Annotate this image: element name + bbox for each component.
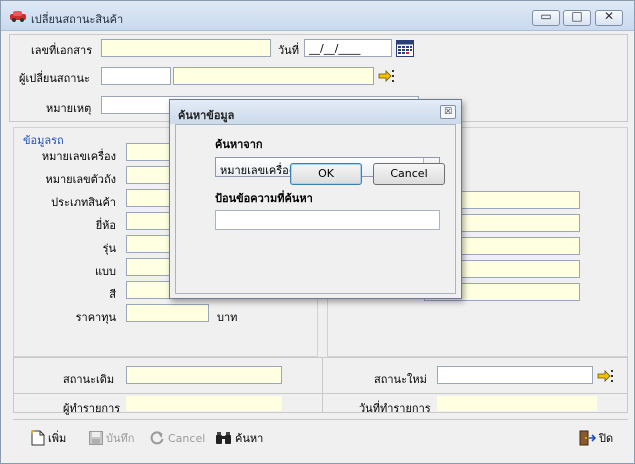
maker-label: ผู้ทำรายการ <box>63 402 121 415</box>
title-bar[interactable]: เปลี่ยนสถานะสินค้า ▭ □ ✕ <box>1 1 634 31</box>
product-type-label: ประเภทสินค้า <box>51 196 116 209</box>
search-dialog-title: ค้นหาข้อมูล <box>178 109 235 122</box>
model-field[interactable] <box>126 235 171 253</box>
maximize-button[interactable]: □ <box>563 9 591 26</box>
undo-icon <box>150 431 164 445</box>
changer-code-field[interactable] <box>101 67 171 85</box>
search-from-label: ค้นหาจาก <box>215 138 263 151</box>
status-row-divider <box>13 393 628 394</box>
close-toolbar-button[interactable]: ปิด <box>579 429 613 447</box>
lookup-icon[interactable] <box>378 69 396 84</box>
close-toolbar-label: ปิด <box>599 432 614 445</box>
add-label: เพิ่ม <box>48 432 67 445</box>
engine-no-label: หมายเลขเครื่อง <box>41 150 116 163</box>
cost-label: ราคาทุน <box>75 311 116 324</box>
product-type-field[interactable] <box>126 189 171 207</box>
close-button[interactable]: ✕ <box>595 9 623 26</box>
window-title: เปลี่ยนสถานะสินค้า <box>31 13 124 26</box>
maker-field <box>126 396 282 411</box>
cancel-toolbar-button[interactable]: Cancel <box>149 429 205 447</box>
note-label: หมายเหตุ <box>46 102 92 115</box>
binoculars-icon <box>216 432 231 444</box>
chassis-no-label: หมายเลขตัวถัง <box>45 173 117 186</box>
minimize-button[interactable]: ▭ <box>532 9 560 26</box>
trans-date-label: วันที่ทำรายการ <box>359 402 431 415</box>
search-dialog: ค้นหาข้อมูล ☒ ค้นหาจาก หมายเลขเครื่อง ป้… <box>169 99 462 299</box>
car-icon <box>10 11 26 22</box>
keyword-input[interactable] <box>215 210 440 230</box>
add-button[interactable]: เพิ่ม <box>31 429 66 447</box>
doc-no-field[interactable] <box>101 39 271 57</box>
engine-no-field[interactable] <box>126 143 171 161</box>
doc-no-label: เลขที่เอกสาร <box>31 44 93 57</box>
brand-field[interactable] <box>126 212 171 230</box>
search-from-value: หมายเลขเครื่อง <box>220 164 295 177</box>
brand-label: ยี่ห้อ <box>95 219 116 232</box>
changer-label: ผู้เปลี่ยนสถานะ <box>19 72 90 85</box>
chassis-no-field[interactable] <box>126 166 171 184</box>
cancel-button[interactable]: Cancel <box>373 163 445 185</box>
minimize-icon: ▭ <box>540 9 552 23</box>
old-status-field[interactable] <box>126 366 282 384</box>
variant-field[interactable] <box>126 258 171 276</box>
search-button[interactable]: ค้นหา <box>215 429 263 447</box>
exit-door-icon <box>579 430 596 446</box>
save-button[interactable]: บันทึก <box>89 429 134 447</box>
dialog-close-icon: ☒ <box>443 107 453 117</box>
maximize-icon: □ <box>571 9 583 23</box>
changer-name-field[interactable] <box>173 67 374 85</box>
variant-label: แบบ <box>94 265 116 278</box>
search-label: ค้นหา <box>235 432 264 445</box>
trans-date-field <box>437 396 597 411</box>
date-label: วันที่ <box>278 44 299 57</box>
search-dialog-title-bar[interactable]: ค้นหาข้อมูล ☒ <box>170 100 461 124</box>
new-document-icon <box>31 430 45 446</box>
cost-unit-label: บาท <box>217 311 238 324</box>
new-status-field[interactable] <box>437 366 593 384</box>
calendar-icon[interactable] <box>396 40 414 57</box>
save-icon <box>89 431 103 445</box>
close-icon: ✕ <box>603 9 615 23</box>
save-label: บันทึก <box>106 432 135 445</box>
color-label: สี <box>109 288 116 301</box>
dialog-close-button[interactable]: ☒ <box>440 105 456 119</box>
cost-field[interactable] <box>126 304 209 322</box>
new-status-label: สถานะใหม่ <box>374 373 427 386</box>
cancel-toolbar-label: Cancel <box>168 431 206 445</box>
color-field[interactable] <box>126 281 171 299</box>
date-field[interactable] <box>304 39 392 57</box>
keyword-label: ป้อนข้อความที่ค้นหา <box>215 192 313 205</box>
search-dialog-body: ค้นหาจาก หมายเลขเครื่อง ป้อนข้อความที่ค้… <box>175 124 456 294</box>
model-label: รุ่น <box>102 242 116 255</box>
ok-button[interactable]: OK <box>290 163 362 185</box>
new-status-lookup-icon[interactable] <box>597 369 615 384</box>
old-status-label: สถานะเดิม <box>63 373 115 386</box>
status-divider <box>322 357 323 413</box>
